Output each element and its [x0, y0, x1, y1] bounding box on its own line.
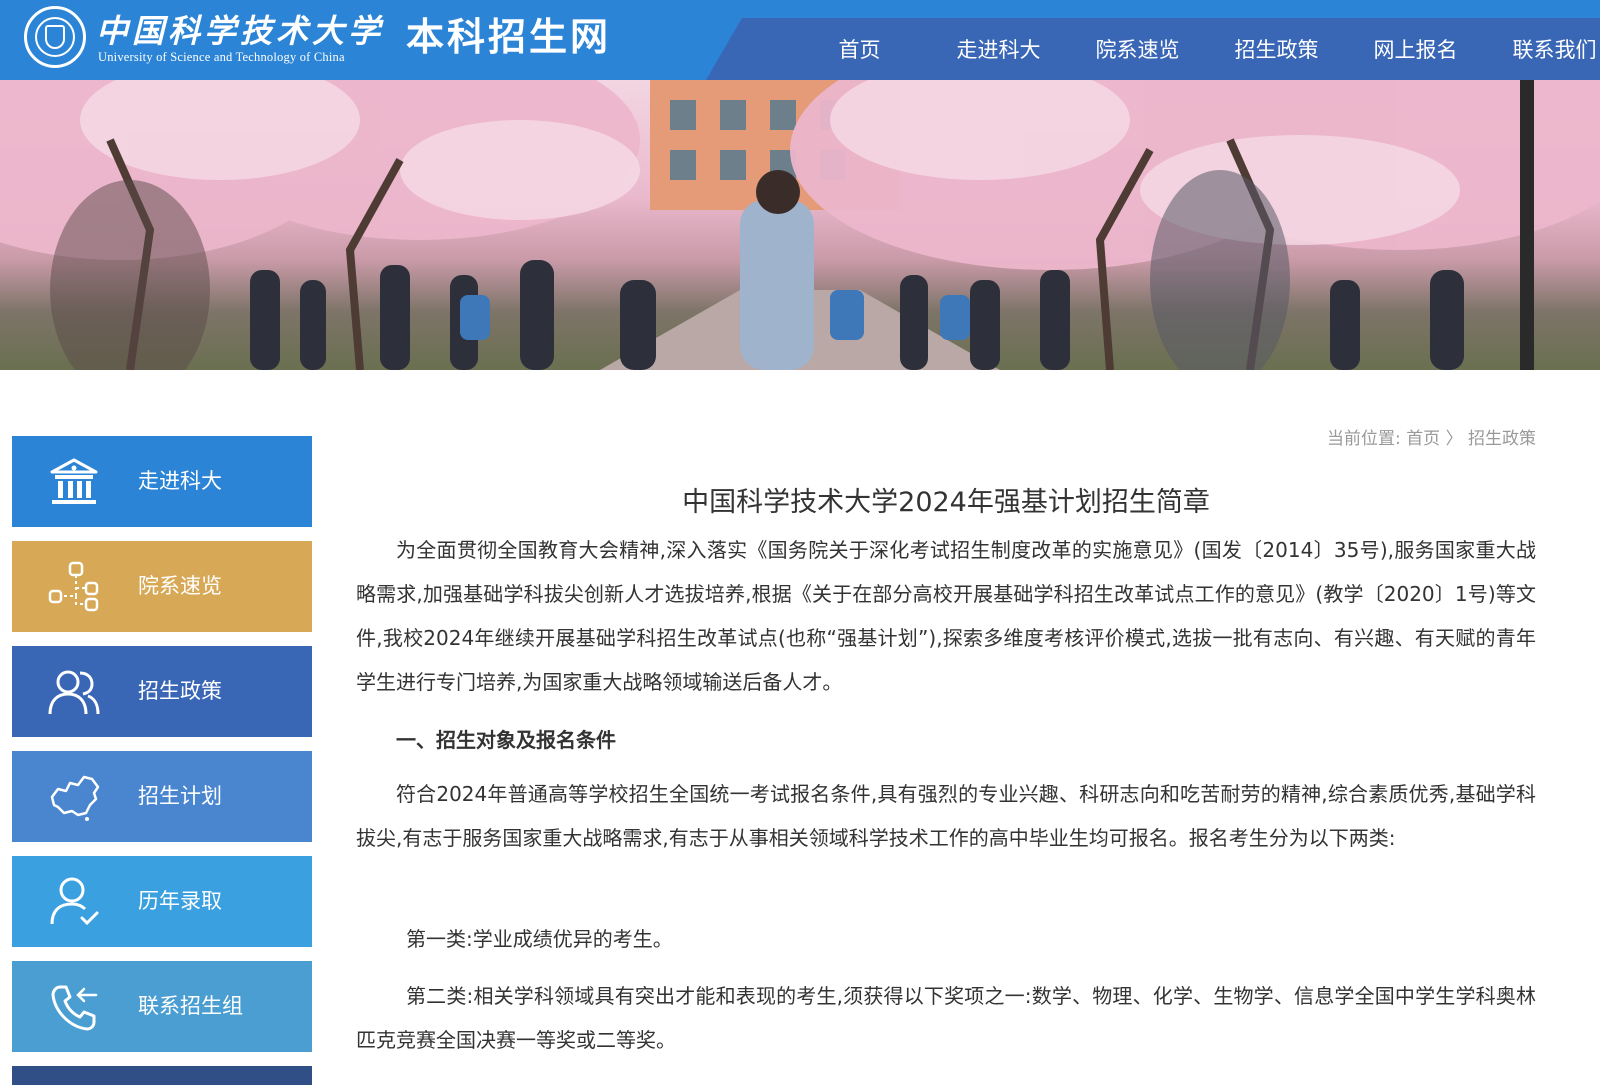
- breadcrumb-home-link[interactable]: 首页: [1406, 429, 1440, 449]
- sidebar-item-label: 招生计划: [138, 784, 222, 808]
- intro-text: 为全面贯彻全国教育大会精神,深入落实《国务院关于深化考试招生制度改革的实施意见》…: [356, 538, 1536, 694]
- site-name[interactable]: 本科招生网: [406, 6, 611, 61]
- section1-text: 符合2024年普通高等学校招生全国统一考试报名条件,具有强烈的专业兴趣、科研志向…: [356, 782, 1536, 850]
- main-nav: 首页 走进科大 院系速览 招生政策 网上报名 联系我们: [790, 30, 1600, 70]
- breadcrumb-separator: 〉: [1445, 429, 1463, 449]
- breadcrumb: 当前位置: 首页 〉 招生政策: [1327, 424, 1536, 449]
- banner-photo: [0, 80, 1600, 370]
- user-check-icon: [50, 877, 99, 926]
- sidebar-item-contact-team[interactable]: 联系招生组: [12, 961, 312, 1052]
- sidebar-item-departments[interactable]: 院系速览: [12, 541, 312, 632]
- sidebar-item-label: 院系速览: [138, 574, 222, 598]
- sidebar-item-admission-policy[interactable]: 招生政策: [12, 646, 312, 737]
- sidebar-item-label: 历年录取: [138, 889, 222, 913]
- sidebar-item-about[interactable]: 走进科大: [12, 436, 312, 527]
- category2-paragraph: 第二类:相关学科领域具有突出才能和表现的考生,须获得以下奖项之一:数学、物理、化…: [356, 974, 1536, 1062]
- site-header: 中国科学技术大学 University of Science and Techn…: [0, 0, 1600, 80]
- nav-departments[interactable]: 院系速览: [1068, 30, 1207, 70]
- sidebar-item-more[interactable]: [12, 1066, 312, 1085]
- intro-paragraph: 为全面贯彻全国教育大会精神,深入落实《国务院关于深化考试招生制度改革的实施意见》…: [356, 528, 1536, 704]
- sidebar-item-label: 联系招生组: [138, 994, 243, 1018]
- network-icon: [48, 561, 99, 612]
- sidebar-item-label: 招生政策: [138, 679, 222, 703]
- sidebar-item-enrollment-plan[interactable]: 招生计划: [12, 751, 312, 842]
- section-heading: 一、招生对象及报名条件: [396, 728, 616, 752]
- nav-admission-policy[interactable]: 招生政策: [1207, 30, 1346, 70]
- cherry-blossom-campus-illustration: [0, 80, 1600, 370]
- sidebar-item-label: 走进科大: [138, 469, 222, 493]
- nav-online-registration[interactable]: 网上报名: [1346, 30, 1485, 70]
- breadcrumb-prefix: 当前位置:: [1327, 429, 1401, 449]
- nav-home[interactable]: 首页: [790, 30, 929, 70]
- sidebar-item-past-admissions[interactable]: 历年录取: [12, 856, 312, 947]
- logo-chinese-name[interactable]: 中国科学技术大学: [96, 6, 384, 52]
- category1-paragraph: 第一类:学业成绩优异的考生。: [356, 917, 1536, 961]
- phone-icon: [51, 985, 98, 1031]
- section1-paragraph: 符合2024年普通高等学校招生全国统一考试报名条件,具有强烈的专业兴趣、科研志向…: [356, 772, 1536, 860]
- users-icon: [48, 670, 100, 715]
- ustc-emblem-icon[interactable]: [24, 6, 86, 68]
- sidebar: 走进科大 院系速览 招生政策 招生计划 历年录取 联系招生组: [12, 436, 312, 1085]
- breadcrumb-current[interactable]: 招生政策: [1468, 429, 1536, 449]
- article-title: 中国科学技术大学2024年强基计划招生简章: [682, 487, 1210, 518]
- logo-english-name[interactable]: University of Science and Technology of …: [98, 50, 345, 65]
- category2-text: 第二类:相关学科领域具有突出才能和表现的考生,须获得以下奖项之一:数学、物理、化…: [356, 984, 1536, 1052]
- category1-text: 第一类:学业成绩优异的考生。: [406, 927, 673, 951]
- china-map-icon: [50, 775, 100, 821]
- nav-about[interactable]: 走进科大: [929, 30, 1068, 70]
- nav-contact[interactable]: 联系我们: [1485, 30, 1600, 70]
- museum-icon: [50, 458, 98, 504]
